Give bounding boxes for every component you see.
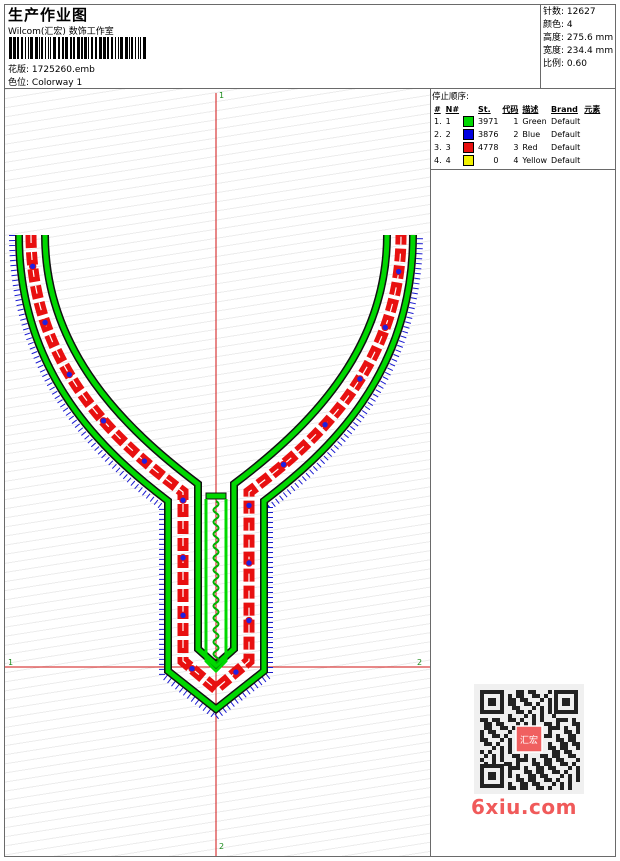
company-name: Wilcom(汇宏) 数饰工作室 [8, 27, 114, 37]
stat-colors: 颜色: 4 [543, 20, 573, 30]
color-swatch [463, 155, 475, 166]
table-row: 4. 4 0 4 Yellow Default [434, 155, 581, 166]
stat-height: 高度: 275.6 mm [543, 33, 614, 43]
colorway-row: 色位: Colorway 1 [8, 75, 82, 88]
side-panel: 停止顺序: # N# St. 代码 描述 Brand 元素 1. 1 3971 1 Gr… [431, 89, 615, 856]
file-label: 花版: [8, 65, 30, 75]
placket-top [205, 492, 227, 500]
axis-label-left: 1 [8, 658, 14, 667]
file-row: 花版: 1725260.emb [8, 62, 95, 75]
header-info: 生产作业图 Wilcom(汇宏) 数饰工作室 花版: 1725260.emb 色… [5, 5, 541, 89]
barcode [9, 37, 146, 59]
production-sheet: 生产作业图 Wilcom(汇宏) 数饰工作室 花版: 1725260.emb 色… [4, 4, 616, 857]
design-stats: 针数: 12627 颜色: 4 高度: 275.6 mm 宽度: 234.4 m… [541, 5, 615, 89]
colorway-label: 色位: [8, 78, 30, 88]
qr-code: 汇宏 [474, 684, 584, 794]
table-row: 3. 3 4778 3 Red Default [434, 142, 581, 153]
colorway-name: Colorway 1 [31, 78, 83, 88]
color-swatch [463, 129, 475, 140]
color-swatch [463, 116, 475, 127]
stat-stitches: 针数: 12627 [543, 7, 596, 17]
axis-label-top: 1 [219, 91, 225, 100]
file-name: 1725260.emb [31, 65, 95, 75]
axis-label-bottom: 2 [219, 842, 225, 851]
embroidery-design [5, 93, 430, 856]
table-row: 2. 2 3876 2 Blue Default [434, 129, 581, 140]
stop-sequence-title: 停止顺序: [432, 92, 469, 102]
stat-width: 宽度: 234.4 mm [543, 46, 614, 56]
table-header: # N# St. 代码 描述 Brand 元素 [434, 104, 601, 114]
axis-label-right: 2 [417, 658, 423, 667]
stop-sequence-table: # N# St. 代码 描述 Brand 元素 1. 1 3971 1 Green Def… [432, 103, 602, 167]
svg-text:汇宏: 汇宏 [520, 734, 538, 746]
stat-scale: 比例: 0.60 [543, 59, 587, 69]
design-canvas[interactable]: 1 2 1 2 [5, 89, 431, 856]
color-swatch [463, 142, 475, 153]
table-row: 1. 1 3971 1 Green Default [434, 116, 581, 127]
page-title: 生产作业图 [8, 6, 89, 24]
stop-sequence: 停止顺序: # N# St. 代码 描述 Brand 元素 1. 1 3971 1 Gr… [431, 89, 615, 170]
watermark-site: 6xiu.com [471, 795, 577, 819]
